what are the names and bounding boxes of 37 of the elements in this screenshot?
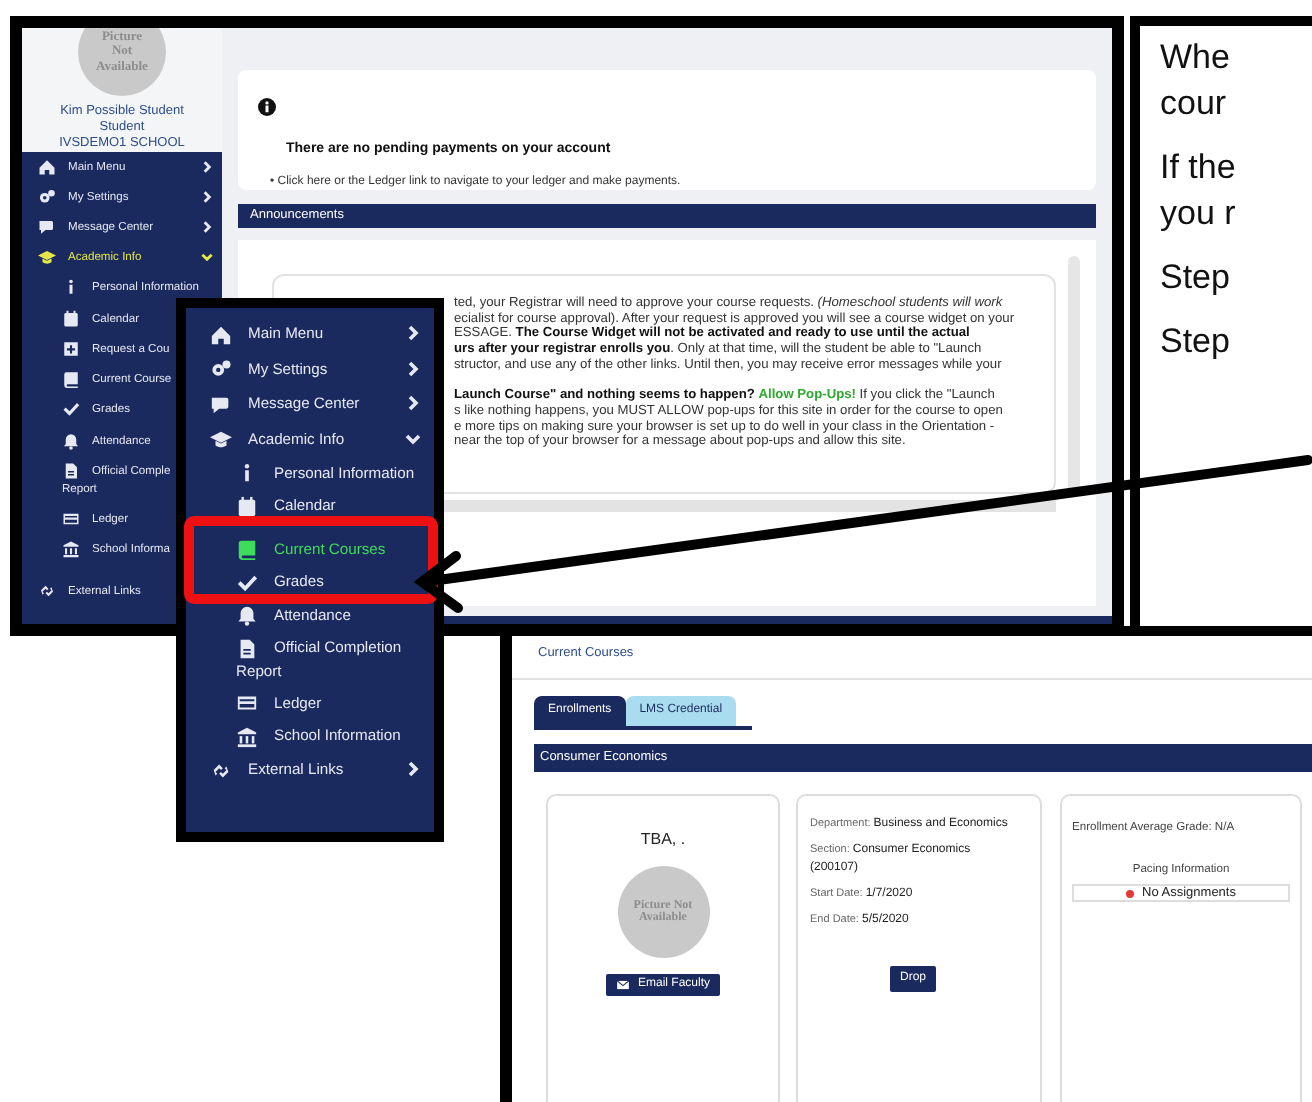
- gears-icon: [210, 358, 232, 380]
- link-icon: [210, 759, 232, 781]
- check-icon: [236, 571, 258, 593]
- instruction-text: If the: [1160, 146, 1238, 190]
- envelope-icon: [615, 978, 630, 992]
- card-icon: [236, 692, 258, 714]
- chevron-down-icon: [404, 429, 422, 447]
- calendar-icon: [62, 309, 80, 328]
- instruction-text: Step: [1160, 256, 1232, 300]
- home-icon: [38, 157, 56, 176]
- instruction-text: Whe: [1160, 36, 1232, 80]
- book-icon: [62, 370, 80, 389]
- calendar-icon: [236, 495, 258, 517]
- gears-icon: [38, 187, 56, 206]
- graduation-cap-icon: [210, 428, 232, 450]
- bell-icon: [236, 604, 258, 626]
- bank-icon: [62, 540, 80, 559]
- check-icon: [62, 400, 80, 419]
- document-icon: [62, 461, 80, 480]
- graduation-cap-icon: [38, 248, 56, 267]
- teacher-name: TBA, .: [640, 828, 686, 852]
- chevron-right-icon: [200, 220, 214, 235]
- instruction-text: you r: [1160, 192, 1238, 236]
- instruction-text: Step: [1160, 320, 1232, 364]
- bank-icon: [236, 725, 258, 747]
- link-icon: [38, 582, 56, 601]
- book-icon: [236, 538, 258, 560]
- chevron-right-icon: [404, 760, 422, 778]
- home-icon: [210, 323, 232, 345]
- chevron-down-icon: [200, 250, 214, 265]
- info-icon: [258, 98, 276, 117]
- chat-icon: [210, 393, 232, 415]
- bell-icon: [62, 431, 80, 450]
- document-icon: [236, 637, 258, 659]
- chat-icon: [38, 218, 56, 237]
- instruction-text: cour: [1160, 82, 1229, 126]
- card-icon: [62, 510, 80, 528]
